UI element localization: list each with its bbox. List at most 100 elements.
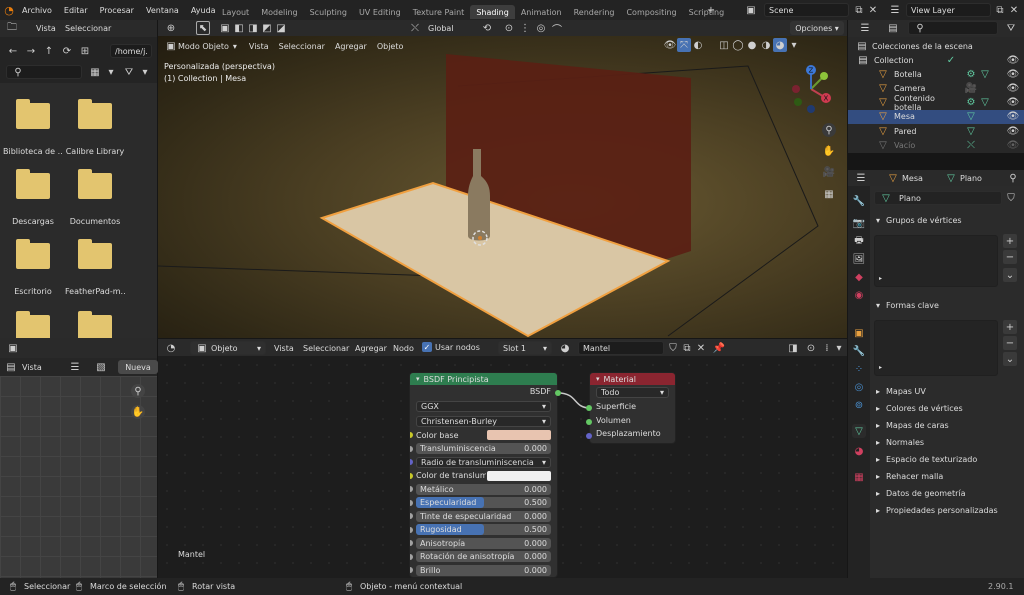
tab-modeling[interactable]: Modeling bbox=[255, 5, 303, 19]
add-shape-key-icon[interactable]: + bbox=[1003, 320, 1017, 334]
input-slider[interactable]: Brillo 0.000 bbox=[416, 564, 551, 576]
input-socket[interactable] bbox=[410, 499, 413, 506]
physics-tab-icon[interactable]: ◎ bbox=[852, 380, 866, 394]
add-workspace-icon[interactable]: + bbox=[704, 3, 718, 17]
panel-header[interactable]: ▸ Espacio de texturizado bbox=[870, 451, 1024, 468]
delete-view-layer-icon[interactable]: ✕ bbox=[1007, 3, 1021, 17]
visibility-eye-icon[interactable]: 👁 bbox=[1006, 138, 1020, 152]
scene-tab-icon[interactable]: ◆ bbox=[852, 270, 866, 284]
surface-input-socket[interactable] bbox=[586, 405, 592, 411]
folder-item[interactable]: Descargas bbox=[3, 169, 63, 226]
imageeditor-view-dropdown[interactable]: Vista bbox=[22, 363, 42, 372]
orientation-dropdown[interactable]: Global bbox=[428, 24, 454, 33]
shading-material-icon[interactable]: ◑ bbox=[759, 38, 773, 52]
outliner-search-input[interactable]: ⚲ bbox=[908, 21, 998, 35]
world-tab-icon[interactable]: ◉ bbox=[852, 288, 866, 302]
folder-item[interactable]: Escritorio bbox=[3, 239, 63, 296]
display-mode-dropdown-icon[interactable]: ▾ bbox=[104, 65, 118, 79]
outliner-data-icon[interactable]: ▽ bbox=[964, 124, 978, 138]
outliner-data-icon[interactable]: ✓ bbox=[944, 53, 958, 67]
visibility-eye-icon[interactable]: 👁 bbox=[1006, 110, 1020, 124]
copy-view-layer-icon[interactable]: ⧉ bbox=[993, 3, 1007, 17]
folder-item[interactable]: Calibre Library bbox=[65, 99, 125, 156]
folder-item[interactable] bbox=[3, 311, 63, 338]
panel-header[interactable]: ▸ Mapas de caras bbox=[870, 417, 1024, 434]
shape-key-specials-icon[interactable]: ⌄ bbox=[1003, 352, 1017, 366]
menu-procesar[interactable]: Procesar bbox=[94, 6, 140, 15]
outliner-data-icon[interactable]: ⚙ bbox=[964, 96, 978, 110]
pin-icon[interactable]: ⚲ bbox=[1006, 171, 1020, 185]
camera-view-icon[interactable]: 🎥 bbox=[822, 165, 836, 179]
folder-item[interactable]: FeatherPad-m... bbox=[65, 239, 125, 296]
modifier-tab-icon[interactable]: 🔧 bbox=[852, 344, 866, 358]
bsdf-node-header[interactable]: ▾ BSDF Principista bbox=[410, 373, 557, 385]
properties-object-name[interactable]: Mesa bbox=[902, 174, 923, 183]
shading-rendered-icon[interactable]: ◕ bbox=[773, 38, 787, 52]
input-socket[interactable] bbox=[410, 513, 413, 520]
snap-dropdown-icon[interactable]: ▾ bbox=[832, 341, 846, 355]
visibility-eye-icon[interactable]: 👁 bbox=[1006, 96, 1020, 110]
pan-view-icon[interactable]: ✋ bbox=[822, 144, 836, 158]
scene-collection-row[interactable]: ▤ Colecciones de la escena bbox=[856, 39, 973, 53]
input-slider[interactable]: Rugosidad 0.500 bbox=[416, 524, 551, 536]
tab-sculpting[interactable]: Sculpting bbox=[304, 5, 353, 19]
outliner-item-botella[interactable]: ▽ Botella ⚙ ▽ 👁 bbox=[848, 67, 1024, 81]
outliner-data-icon[interactable]: ⤬ bbox=[964, 138, 978, 152]
remove-vertex-group-icon[interactable]: − bbox=[1003, 250, 1017, 264]
outliner-item-mesa[interactable]: ▽ Mesa ▽ 👁 bbox=[848, 109, 1024, 124]
outliner-item-pared[interactable]: ▽ Pared ▽ 👁 bbox=[848, 124, 1024, 138]
pin-material-icon[interactable]: 📌 bbox=[712, 341, 726, 355]
select-mode-invert-icon[interactable]: ◩ bbox=[260, 21, 274, 35]
input-socket[interactable] bbox=[410, 432, 413, 439]
distribution-dropdown[interactable]: GGX ▾ bbox=[416, 400, 551, 412]
select-mode-extend-icon[interactable]: ◧ bbox=[232, 21, 246, 35]
node-editor-canvas[interactable]: Mantel ▾ BSDF Principista BSDF GGX ▾ Chris… bbox=[158, 356, 847, 578]
hamburger-menu-icon[interactable]: ☰ bbox=[68, 360, 82, 374]
refresh-icon[interactable]: ⟳ bbox=[60, 44, 74, 58]
input-socket[interactable] bbox=[410, 540, 413, 547]
image-view-icon[interactable]: ▤ bbox=[4, 360, 18, 374]
outliner-data-icon[interactable]: ▽ bbox=[978, 96, 992, 110]
select-tool-icon[interactable]: ⬉ bbox=[196, 21, 210, 35]
new-image-button[interactable]: Nueva bbox=[118, 360, 158, 374]
target-dropdown[interactable]: Todo ▾ bbox=[596, 387, 669, 398]
blender-logo-icon[interactable]: ◔ bbox=[2, 3, 16, 17]
forward-icon[interactable]: → bbox=[24, 44, 38, 58]
remove-shape-key-icon[interactable]: − bbox=[1003, 336, 1017, 350]
input-socket[interactable] bbox=[410, 526, 413, 533]
displacement-input-socket[interactable] bbox=[586, 433, 592, 439]
output-tab-icon[interactable]: 🖶 bbox=[852, 234, 866, 248]
visibility-icon[interactable]: 👁 bbox=[663, 38, 677, 52]
view-layer-field[interactable]: View Layer bbox=[906, 3, 991, 17]
mesh-name-field[interactable]: ▽ Plano bbox=[874, 191, 1002, 205]
panel-header[interactable]: ▸ Rehacer malla bbox=[870, 468, 1024, 485]
display-mode-icon[interactable]: ▦ bbox=[88, 65, 102, 79]
options-button[interactable]: Opciones ▾ bbox=[790, 21, 844, 35]
volume-input-socket[interactable] bbox=[586, 419, 592, 425]
menu-editar[interactable]: Editar bbox=[58, 6, 94, 15]
visibility-eye-icon[interactable]: 👁 bbox=[1006, 67, 1020, 81]
material-output-header[interactable]: ▾ Material bbox=[590, 373, 675, 385]
perspective-toggle-icon[interactable]: ▦ bbox=[822, 187, 836, 201]
snap-nodes-icon[interactable]: ⊙ bbox=[804, 341, 818, 355]
filter-dropdown-icon[interactable]: ▾ bbox=[138, 65, 152, 79]
render-tab-icon[interactable]: 📷 bbox=[852, 216, 866, 230]
material-name-field[interactable]: Mantel bbox=[578, 341, 664, 355]
image-editor-type-icon[interactable]: ▣ bbox=[6, 341, 20, 355]
material-browse-icon[interactable]: ◕ bbox=[558, 341, 572, 355]
xray-icon[interactable]: ◫ bbox=[717, 38, 731, 52]
visibility-eye-icon[interactable]: 👁 bbox=[1006, 53, 1020, 67]
node-menu-agregar[interactable]: Agregar bbox=[355, 344, 387, 353]
zoom-icon[interactable]: ⚲ bbox=[131, 384, 145, 398]
subsurface-method-dropdown[interactable]: Christensen-Burley ▾ bbox=[416, 415, 551, 427]
unlink-material-icon[interactable]: ✕ bbox=[694, 341, 708, 355]
input-dropdown[interactable]: Radio de transluminiscencia ▾ bbox=[416, 456, 551, 468]
3d-viewport[interactable]: Personalizada (perspectiva) (1) Collecti… bbox=[158, 36, 847, 338]
filter-icon[interactable]: ⛛ bbox=[122, 65, 136, 79]
duplicate-material-icon[interactable]: ⧉ bbox=[680, 341, 694, 355]
view-layer-tab-icon[interactable]: 🖼 bbox=[852, 252, 866, 266]
folder-item[interactable] bbox=[65, 311, 125, 338]
tab-uv-editing[interactable]: UV Editing bbox=[353, 5, 407, 19]
input-slider[interactable]: Especularidad 0.500 bbox=[416, 497, 551, 509]
properties-editor-type-icon[interactable]: ☰ bbox=[854, 171, 868, 185]
